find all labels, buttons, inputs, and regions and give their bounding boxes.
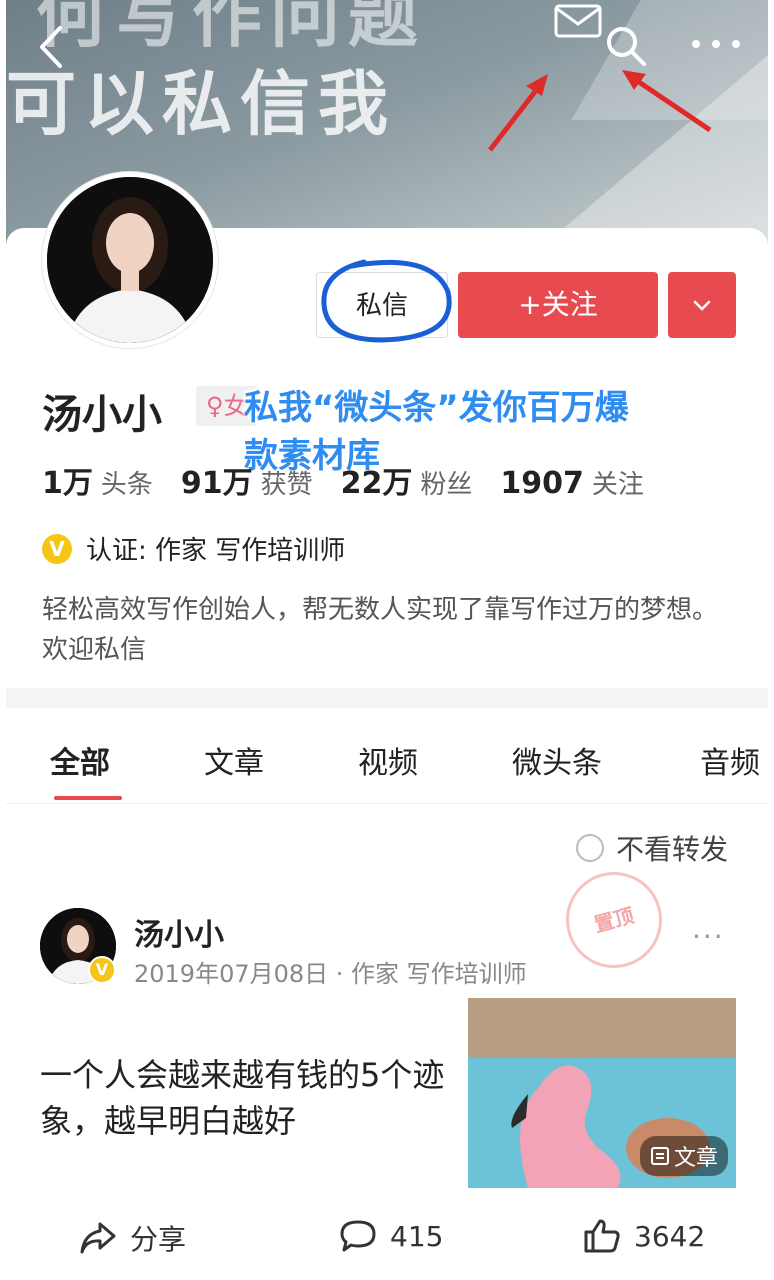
hide-reposts-toggle[interactable]: 不看转发	[576, 828, 728, 868]
profile-stats: 1万 头条 91万 获赞 22万 粉丝 1907 关注	[42, 458, 672, 502]
post-thumbnail[interactable]: 文章	[468, 998, 736, 1188]
post-title[interactable]: 一个人会越来越有钱的5个迹象，越早明白越好	[40, 1052, 460, 1144]
share-label: 分享	[130, 1223, 187, 1256]
tab-micro-posts[interactable]: 微头条	[512, 738, 602, 782]
profile-name: 汤小小	[42, 392, 162, 438]
stat-following-count[interactable]: 1907	[500, 466, 584, 501]
overlay-line-1: 私我“微头条”发你百万爆	[244, 388, 629, 428]
comment-count: 415	[390, 1219, 444, 1253]
tab-videos[interactable]: 视频	[358, 738, 418, 782]
like-count: 3642	[634, 1219, 706, 1253]
tab-audio[interactable]: 音频	[700, 738, 760, 782]
stat-fans-label: 粉丝	[420, 470, 473, 500]
verified-icon: V	[88, 956, 116, 984]
post-more-button[interactable]: ···	[692, 920, 725, 953]
verification-text: 认证: 作家 写作培训师	[86, 536, 346, 566]
profile-bio: 轻松高效写作创始人，帮无数人实现了靠写作过万的梦想。欢迎私信	[42, 595, 719, 665]
stat-likes-label: 获赞	[260, 470, 313, 500]
share-button[interactable]: 分享	[78, 1218, 186, 1258]
radio-icon[interactable]	[576, 834, 604, 862]
tab-all[interactable]: 全部	[50, 738, 110, 782]
stat-articles-count[interactable]: 1万	[42, 458, 93, 502]
verification: V 认证: 作家 写作培训师	[42, 530, 345, 567]
thumbnail-type-badge: 文章	[639, 1136, 728, 1176]
post-author-name[interactable]: 汤小小	[134, 910, 224, 954]
verified-icon: V	[42, 533, 72, 564]
avatar[interactable]	[42, 172, 218, 348]
message-icon[interactable]	[540, 4, 610, 40]
active-tab-indicator	[54, 796, 122, 800]
stat-articles-label: 头条	[100, 470, 153, 500]
pinned-stamp: 置顶	[555, 861, 673, 979]
comment-button[interactable]: 415	[338, 1218, 443, 1254]
follow-button[interactable]: +关注	[458, 272, 658, 338]
recommend-dropdown-button[interactable]	[668, 272, 736, 338]
stat-fans-count[interactable]: 22万	[341, 458, 413, 502]
stat-following-label: 关注	[591, 470, 644, 500]
tab-articles[interactable]: 文章	[204, 738, 264, 782]
chevron-down-icon	[693, 300, 711, 311]
thumbs-up-icon	[584, 1219, 620, 1253]
thumbnail-type-label: 文章	[673, 1146, 718, 1171]
annotation-arrows	[488, 70, 712, 152]
avatar-portrait	[47, 177, 213, 343]
share-icon	[80, 1222, 116, 1254]
section-divider	[6, 688, 768, 708]
hide-reposts-label: 不看转发	[616, 833, 729, 866]
like-button[interactable]: 3642	[582, 1218, 705, 1254]
article-icon	[650, 1147, 669, 1165]
post-meta: 2019年07月08日 · 作家 写作培训师	[134, 960, 527, 988]
annotation-circle	[321, 259, 452, 343]
comment-icon	[340, 1220, 376, 1252]
content-tabs: 全部 文章 视频 微头条 音频	[6, 708, 768, 804]
stat-likes-count[interactable]: 91万	[181, 458, 253, 502]
chevron-left-icon[interactable]	[32, 22, 72, 72]
more-dots-icon[interactable]	[688, 32, 744, 56]
post-action-bar: 分享 415 3642	[0, 1206, 774, 1270]
